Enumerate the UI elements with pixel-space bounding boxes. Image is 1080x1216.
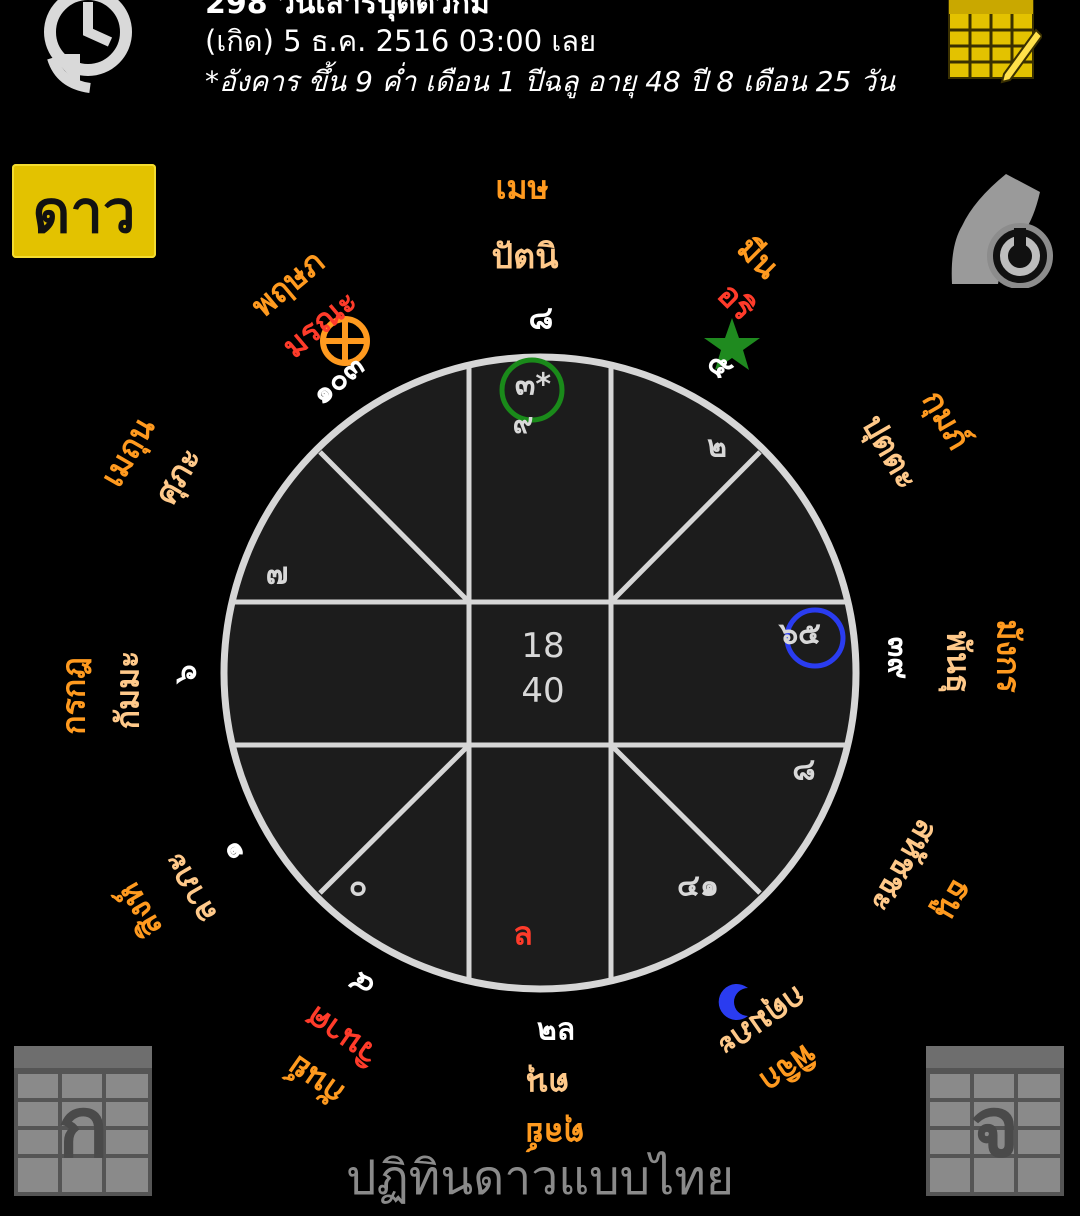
house-tanu: ตนุ — [526, 1065, 570, 1104]
house-phanthu: พันธุ — [939, 630, 978, 694]
cell-top-right: ๒ — [707, 429, 727, 465]
sign-aries: เมษ — [495, 168, 549, 207]
cell-left-top: ๗ — [265, 556, 289, 592]
chart-center-top: 18 — [521, 626, 565, 666]
sign-capricorn: มังกร — [989, 619, 1028, 693]
house-kamma: กัมมะ — [108, 650, 147, 730]
num-north: ๘ — [528, 298, 554, 337]
house-patni: ปัตนิ — [491, 237, 559, 277]
cell-bottom-right: ๔๑ — [677, 868, 719, 904]
cell-bottom-center: ล — [513, 914, 533, 953]
cell-right-bottom: ๘ — [792, 752, 816, 788]
cell-top-center-sub: ๙ — [512, 407, 534, 440]
num-south: ๒ล — [536, 1012, 576, 1048]
sign-cancer: กรกฎ — [54, 657, 93, 735]
cell-bottom-left: ๐ — [348, 868, 368, 904]
chart-center-bottom: 40 — [521, 671, 565, 711]
cell-right-mid: ๖๕ — [779, 616, 821, 652]
app-title-footer: ปฏิทินดาวแบบไทย — [345, 1150, 734, 1206]
num-west: ๖ — [168, 664, 204, 684]
num-east: ๓๙ — [880, 636, 916, 680]
